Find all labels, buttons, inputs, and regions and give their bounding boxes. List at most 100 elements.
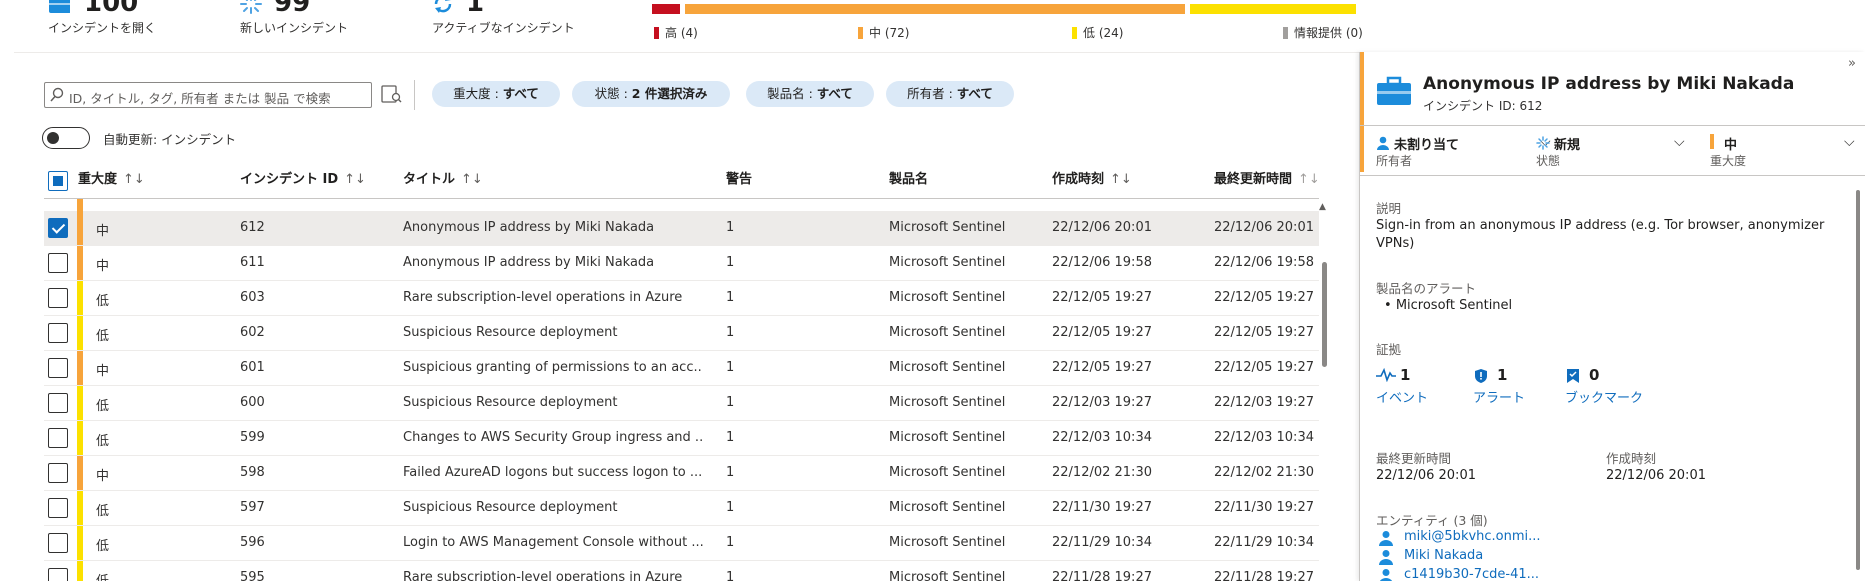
alerts-cell: 1 bbox=[726, 500, 735, 515]
auto-refresh-label: 自動更新: インシデント bbox=[103, 132, 237, 147]
status-filter-pill[interactable]: 状態 : 2 件選択済み bbox=[572, 81, 730, 107]
product-cell: Microsoft Sentinel bbox=[889, 360, 1006, 375]
product-cell: Microsoft Sentinel bbox=[889, 255, 1006, 270]
owner-filter-pill[interactable]: 所有者 : すべて bbox=[886, 81, 1014, 107]
column-header-severity[interactable]: 重大度 ↑↓ bbox=[78, 168, 145, 192]
table-scroll-thumb[interactable] bbox=[1322, 262, 1327, 367]
person-icon bbox=[1379, 550, 1393, 565]
severity-swatch bbox=[1710, 134, 1714, 149]
product-cell: Microsoft Sentinel bbox=[889, 325, 1006, 340]
alerts-cell: 1 bbox=[726, 430, 735, 445]
evidence-label: 証拠 bbox=[1376, 342, 1402, 357]
last-updated-label: 最終更新時間 bbox=[1376, 451, 1452, 466]
table-row[interactable]: 中 598 Failed AzureAD logons but success lo… bbox=[44, 456, 1319, 491]
search-icon bbox=[50, 87, 64, 102]
owner-dropdown[interactable]: 未割り当て 所有者 ⌵ bbox=[1376, 134, 1556, 170]
bookmark-icon bbox=[1567, 369, 1579, 383]
title-cell: Suspicious Resource deployment bbox=[403, 500, 618, 515]
incident-detail-panel: » Anonymous IP address by Miki Nakada イン… bbox=[1359, 52, 1865, 581]
table-row[interactable]: 中 612 Anonymous IP address by Miki Nakada 1… bbox=[44, 211, 1319, 246]
description-text: Sign-in from an anonymous IP address (e.… bbox=[1376, 218, 1825, 251]
column-header-incident-id[interactable]: インシデント ID ↑↓ bbox=[240, 168, 366, 192]
new-incidents-label: 新しいインシデント bbox=[240, 21, 349, 35]
sort-icon: ↑↓ bbox=[123, 172, 145, 187]
row-checkbox[interactable] bbox=[48, 218, 68, 238]
table-row[interactable]: 低 597 Suspicious Resource deployment 1 Micro… bbox=[44, 491, 1319, 526]
row-checkbox[interactable] bbox=[48, 288, 68, 308]
chevron-down-icon: ⌵ bbox=[1844, 134, 1855, 150]
last-updated-value: 22/12/06 20:01 bbox=[1376, 468, 1476, 483]
table-scrollbar[interactable] bbox=[1320, 199, 1330, 581]
product-alert-item: • Microsoft Sentinel bbox=[1384, 298, 1513, 313]
collapse-panel-icon[interactable]: » bbox=[1848, 56, 1856, 71]
product-filter-pill[interactable]: 製品名 : すべて bbox=[746, 81, 874, 107]
row-checkbox[interactable] bbox=[48, 533, 68, 553]
table-row[interactable]: 低 603 Rare subscription-level operations i… bbox=[44, 281, 1319, 316]
updated-cell: 22/11/30 19:27 bbox=[1214, 500, 1314, 515]
severity-stripe bbox=[77, 246, 83, 280]
table-row[interactable]: 低 595 Rare subscription-level operations i… bbox=[44, 561, 1319, 581]
events-pulse-icon bbox=[1376, 368, 1396, 382]
updated-cell: 22/12/05 19:27 bbox=[1214, 325, 1314, 340]
column-header-updated[interactable]: 最終更新時間 ↑↓ bbox=[1214, 168, 1320, 192]
open-query-icon[interactable] bbox=[381, 84, 403, 104]
table-row[interactable]: 中 601 Suspicious granting of permissions t… bbox=[44, 351, 1319, 386]
table-row[interactable]: 低 599 Changes to AWS Security Group ingres… bbox=[44, 421, 1319, 456]
partial-row-stripe bbox=[77, 199, 83, 211]
open-incidents-label: インシデントを開く bbox=[48, 21, 157, 35]
description-label: 説明 bbox=[1376, 201, 1402, 216]
legend-info: 情報提供 (0) bbox=[1283, 24, 1363, 41]
row-checkbox[interactable] bbox=[48, 463, 68, 483]
toggle-knob bbox=[47, 132, 59, 144]
incident-id-cell: 612 bbox=[240, 220, 265, 235]
table-row[interactable]: 中 611 Anonymous IP address by Miki Nakada 1… bbox=[44, 246, 1319, 281]
table-row[interactable]: 低 602 Suspicious Resource deployment 1 Micro… bbox=[44, 316, 1319, 351]
column-header-title[interactable]: タイトル ↑↓ bbox=[403, 168, 483, 192]
created-label: 作成時刻 bbox=[1606, 451, 1657, 466]
title-cell: Suspicious Resource deployment bbox=[403, 325, 618, 340]
incident-id-cell: 602 bbox=[240, 325, 265, 340]
status-label: 状態 bbox=[1536, 154, 1561, 168]
select-all-checkbox[interactable] bbox=[48, 171, 68, 191]
severity-cell: 低 bbox=[96, 434, 110, 449]
title-cell: Rare subscription-level operations in Az… bbox=[403, 570, 683, 581]
row-checkbox[interactable] bbox=[48, 428, 68, 448]
product-cell: Microsoft Sentinel bbox=[889, 290, 1006, 305]
severity-cell: 低 bbox=[96, 570, 109, 581]
updated-cell: 22/12/05 19:27 bbox=[1214, 290, 1314, 305]
created-value: 22/12/06 20:01 bbox=[1606, 468, 1706, 483]
search-input[interactable]: ID, タイトル, タグ, 所有者 または 製品 で検索 bbox=[44, 82, 372, 108]
title-cell: Login to AWS Management Console without … bbox=[403, 535, 703, 550]
column-header-alerts[interactable]: 警告 bbox=[726, 168, 752, 192]
row-checkbox[interactable] bbox=[48, 568, 68, 581]
product-cell: Microsoft Sentinel bbox=[889, 500, 1006, 515]
row-checkbox[interactable] bbox=[48, 358, 68, 378]
row-checkbox[interactable] bbox=[48, 253, 68, 273]
panel-scrollbar[interactable] bbox=[1854, 178, 1862, 578]
row-checkbox[interactable] bbox=[48, 323, 68, 343]
severity-dropdown[interactable]: 中 重大度 ⌵ bbox=[1710, 134, 1860, 170]
sort-icon: ↑↓ bbox=[344, 172, 366, 187]
severity-bar-medium bbox=[685, 4, 1185, 14]
column-header-product[interactable]: 製品名 bbox=[889, 168, 928, 192]
title-cell: Suspicious Resource deployment bbox=[403, 395, 618, 410]
updated-cell: 22/12/02 21:30 bbox=[1214, 465, 1314, 480]
table-row[interactable]: 低 596 Login to AWS Management Console with… bbox=[44, 526, 1319, 561]
new-sparkle-icon bbox=[1536, 136, 1550, 150]
severity-filter-pill[interactable]: 重大度 : すべて bbox=[432, 81, 560, 107]
created-cell: 22/12/03 10:34 bbox=[1052, 430, 1152, 445]
row-checkbox[interactable] bbox=[48, 393, 68, 413]
panel-incident-id: インシデント ID: 612 bbox=[1423, 99, 1543, 113]
refresh-icon bbox=[434, 0, 452, 13]
severity-cell: 低 bbox=[96, 504, 110, 519]
status-dropdown[interactable]: 新規 状態 ⌵ bbox=[1536, 134, 1686, 170]
updated-cell: 22/12/03 19:27 bbox=[1214, 395, 1314, 410]
scroll-up-arrow[interactable]: ▲ bbox=[1319, 202, 1326, 212]
column-header-created[interactable]: 作成時刻 ↑↓ bbox=[1052, 168, 1132, 192]
table-row[interactable]: 低 600 Suspicious Resource deployment 1 Micro… bbox=[44, 386, 1319, 421]
alerts-cell: 1 bbox=[726, 465, 735, 480]
incident-id-cell: 601 bbox=[240, 360, 265, 375]
auto-refresh-toggle[interactable] bbox=[42, 127, 90, 149]
row-checkbox[interactable] bbox=[48, 498, 68, 518]
panel-scroll-thumb[interactable] bbox=[1856, 190, 1860, 570]
